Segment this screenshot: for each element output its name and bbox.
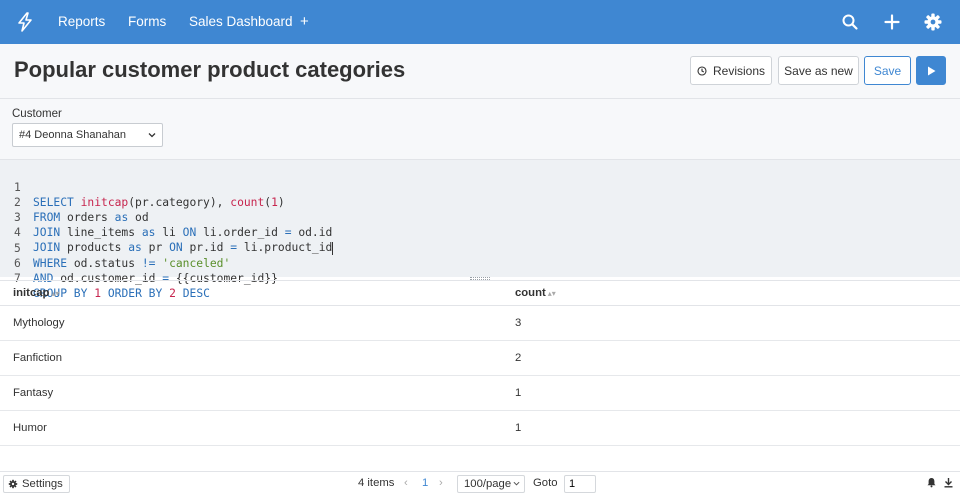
page-size-value: 100/page	[464, 478, 512, 490]
play-icon	[927, 66, 935, 75]
clock-icon	[697, 65, 707, 76]
table-header: initcap ▴▾ count ▴▾	[0, 280, 960, 306]
table-row: Humor 1	[0, 411, 960, 446]
table-cell: 2	[515, 352, 522, 364]
top-nav-bar: Reports Forms Sales Dashboard +	[0, 0, 960, 44]
text-cursor	[332, 241, 334, 255]
code-line: 6 AND od.customer_id = {{customer_id}}	[14, 257, 278, 285]
plus-icon[interactable]	[882, 12, 902, 32]
code-line: 4 JOIN products as pr ON pr.id = li.prod…	[14, 226, 334, 255]
prev-page-button[interactable]: ‹	[404, 477, 408, 489]
code-line: 7 GROUP BY 1 ORDER BY 2 DESC	[14, 272, 210, 300]
code-line: 3 JOIN line_items as li ON li.order_id =…	[14, 211, 333, 239]
table-row: Fanfiction 2	[0, 341, 960, 376]
sort-icon: ▴▾	[51, 289, 60, 298]
chevron-down-icon	[513, 481, 520, 486]
code-line: 5 WHERE od.status != 'canceled'	[14, 242, 231, 270]
gear-icon	[8, 479, 18, 489]
column-header-initcap[interactable]: initcap ▴▾	[13, 287, 59, 299]
table-cell: Fanfiction	[13, 352, 62, 364]
settings-label: Settings	[22, 478, 63, 490]
sql-editor[interactable]: 1 SELECT initcap(pr.category), count(1) …	[0, 159, 960, 300]
page-title: Popular customer product categories	[14, 57, 406, 82]
next-page-button[interactable]: ›	[439, 477, 443, 489]
run-button[interactable]	[916, 56, 946, 85]
parameters-panel: Customer #4 Deonna Shanahan	[0, 99, 960, 159]
table-row: Mythology 3	[0, 306, 960, 341]
settings-button[interactable]: Settings	[3, 475, 70, 493]
page-number-current[interactable]: 1	[422, 477, 428, 489]
save-as-new-button[interactable]: Save as new	[778, 56, 859, 85]
status-footer: Settings 4 items ‹ 1 › 100/page Goto	[0, 471, 960, 495]
goto-label: Goto	[533, 477, 558, 489]
table-cell: 1	[515, 422, 522, 434]
gear-icon[interactable]	[923, 12, 943, 32]
column-header-label: initcap	[13, 287, 50, 299]
goto-page-input[interactable]	[564, 475, 596, 493]
column-header-count[interactable]: count ▴▾	[515, 287, 556, 299]
chevron-down-icon	[148, 133, 156, 138]
save-button[interactable]: Save	[864, 56, 911, 85]
code-line: 1 SELECT initcap(pr.category), count(1)	[14, 181, 285, 209]
table-cell: 3	[515, 317, 522, 329]
revisions-button[interactable]: Revisions	[690, 56, 772, 85]
table-cell: Fantasy	[13, 387, 54, 399]
customer-select[interactable]: #4 Deonna Shanahan	[12, 123, 163, 147]
column-header-label: count	[515, 287, 546, 299]
nav-reports[interactable]: Reports	[58, 0, 105, 44]
revisions-label: Revisions	[712, 63, 766, 78]
table-cell: Humor	[13, 422, 47, 434]
item-count: 4 items	[358, 477, 395, 489]
table-row: Fantasy 1	[0, 376, 960, 411]
customer-label: Customer	[12, 108, 62, 120]
table-cell: 1	[515, 387, 522, 399]
table-cell: Mythology	[13, 317, 65, 329]
bolt-icon[interactable]	[14, 11, 36, 33]
search-icon[interactable]	[840, 12, 860, 32]
code-line: 2 FROM orders as od	[14, 196, 149, 224]
download-icon[interactable]	[943, 477, 954, 488]
bell-icon[interactable]	[926, 477, 937, 488]
save-as-new-label: Save as new	[784, 63, 853, 78]
sort-icon: ▴▾	[547, 289, 556, 298]
save-label: Save	[873, 63, 902, 78]
page-header: Popular customer product categories Revi…	[0, 44, 960, 99]
nav-add-tab-button[interactable]: +	[300, 0, 309, 44]
customer-select-value: #4 Deonna Shanahan	[19, 129, 127, 141]
page-size-select[interactable]: 100/page	[457, 475, 525, 493]
nav-sales-dashboard[interactable]: Sales Dashboard	[189, 0, 293, 44]
nav-forms[interactable]: Forms	[128, 0, 166, 44]
